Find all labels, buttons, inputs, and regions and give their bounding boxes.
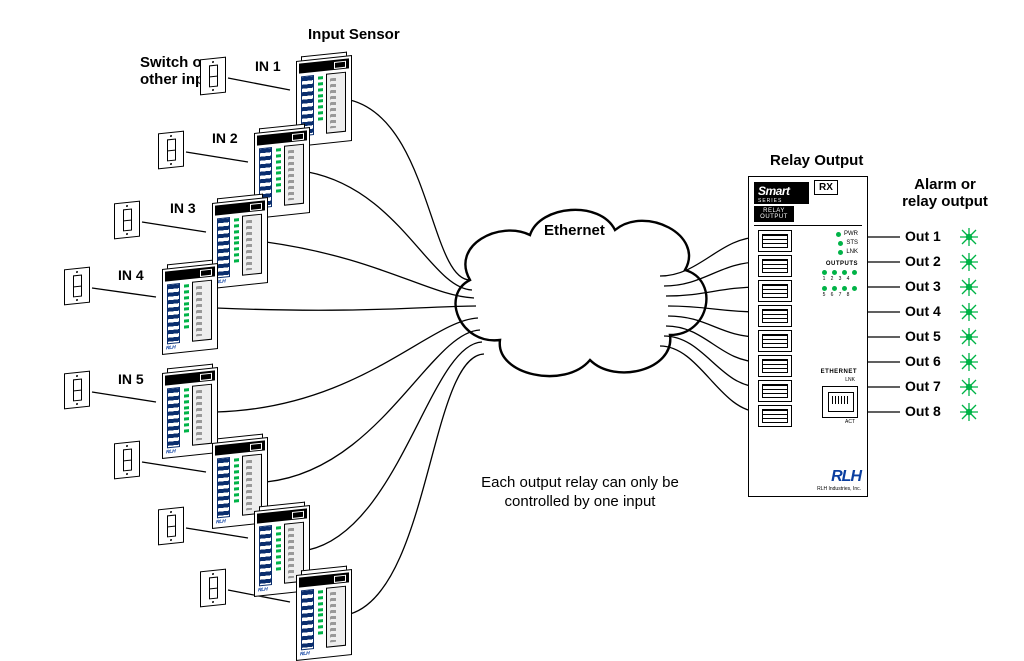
switch-icon: [114, 201, 140, 240]
label-out-1: Out 1: [905, 228, 941, 244]
alarm-led-icon: [960, 303, 978, 321]
switch-icon: [200, 57, 226, 96]
output-port-icon: [758, 280, 792, 302]
label-out-5: Out 5: [905, 328, 941, 344]
alarm-led-icon: [960, 328, 978, 346]
output-port-icon: [758, 355, 792, 377]
device-mode-badge: RX: [814, 180, 838, 195]
switch-icon: [114, 441, 140, 480]
switch-icon: [64, 267, 90, 306]
title-relay-output: Relay Output: [770, 152, 863, 169]
label-alarm-note: Alarm or relay output: [900, 176, 990, 211]
output-port-icon: [758, 405, 792, 427]
output-port-icon: [758, 305, 792, 327]
label-out-7: Out 7: [905, 378, 941, 394]
output-port-icon: [758, 230, 792, 252]
switch-icon: [200, 569, 226, 608]
label-out-2: Out 2: [905, 253, 941, 269]
label-out-3: Out 3: [905, 278, 941, 294]
label-in-2: IN 2: [212, 130, 238, 146]
input-module-icon: RLH: [162, 367, 218, 459]
label-in-1: IN 1: [255, 58, 281, 74]
label-in-4: IN 4: [118, 267, 144, 283]
output-port-icon: [758, 330, 792, 352]
label-out-4: Out 4: [905, 303, 941, 319]
alarm-led-icon: [960, 253, 978, 271]
switch-icon: [158, 507, 184, 546]
label-switch-note: Switch or other input: [140, 54, 200, 89]
wiring-svg: [0, 0, 1024, 648]
ethernet-jack-icon: ETHERNET LNK ACT: [822, 386, 858, 418]
switch-icon: [158, 131, 184, 170]
label-out-8: Out 8: [905, 403, 941, 419]
title-ethernet: Ethernet: [544, 222, 605, 239]
input-module-icon: RLH: [212, 197, 268, 289]
label-in-5: IN 5: [118, 371, 144, 387]
alarm-led-icon: [960, 278, 978, 296]
label-out-6: Out 6: [905, 353, 941, 369]
output-port-icon: [758, 380, 792, 402]
relay-output-device-icon: SmartSERIES RX RELAY OUTPUT PWR STS LNK …: [748, 176, 868, 497]
input-module-icon: RLH: [162, 263, 218, 355]
input-module-icon: RLH: [296, 569, 352, 661]
device-footer: RLH RLH Industries, Inc.: [749, 468, 867, 496]
device-led-panel: PWR STS LNK OUTPUTS 1234 5678: [820, 230, 858, 300]
note-footnote: Each output relay can only be controlled…: [460, 474, 700, 512]
label-in-3: IN 3: [170, 200, 196, 216]
alarm-led-icon: [960, 228, 978, 246]
output-port-icon: [758, 255, 792, 277]
alarm-led-icon: [960, 403, 978, 421]
device-module-label: RELAY OUTPUT: [754, 206, 794, 222]
switch-icon: [64, 371, 90, 410]
title-input-sensor: Input Sensor: [308, 26, 400, 43]
alarm-led-icon: [960, 378, 978, 396]
alarm-led-icon: [960, 353, 978, 371]
